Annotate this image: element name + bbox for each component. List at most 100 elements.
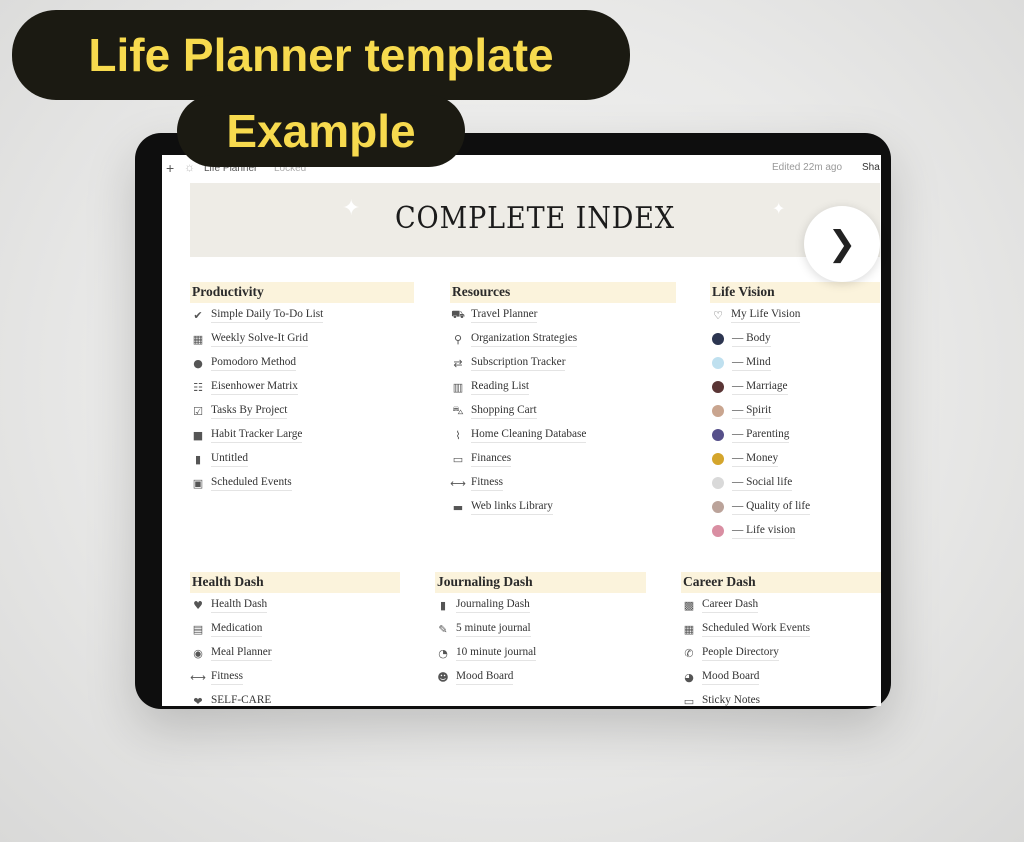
- sun-icon: ☼: [184, 160, 195, 174]
- page-link[interactable]: ▮ Journaling Dash: [435, 593, 646, 617]
- plus-icon[interactable]: +: [166, 160, 174, 176]
- next-arrow-button[interactable]: ❯: [804, 206, 880, 282]
- page-link-label: Web links Library: [471, 499, 553, 515]
- page-link[interactable]: ▣ Scheduled Events: [190, 471, 414, 495]
- page-link[interactable]: ● Pomodoro Method: [190, 351, 414, 375]
- page-link[interactable]: — Life vision: [710, 519, 880, 543]
- edited-status: Edited 22m ago: [772, 162, 843, 173]
- page-link[interactable]: — Money: [710, 447, 880, 471]
- page-link-label: — Money: [732, 451, 779, 467]
- section-heading: Health Dash: [190, 572, 400, 593]
- page-link[interactable]: ■ Habit Tracker Large: [190, 423, 414, 447]
- page-link[interactable]: ✔ Simple Daily To-Do List: [190, 303, 414, 327]
- page-link[interactable]: ◕ Mood Board: [681, 665, 881, 689]
- page-link[interactable]: — Parenting: [710, 423, 880, 447]
- bar-chart-icon: ▮: [194, 452, 202, 466]
- page-link-label: My Life Vision: [731, 307, 801, 323]
- page-link[interactable]: ♥ Health Dash: [190, 593, 400, 617]
- page-link[interactable]: ⚲ Organization Strategies: [450, 327, 676, 351]
- heart-pulse-icon: ♥: [193, 598, 203, 612]
- page-link[interactable]: — Marriage: [710, 375, 880, 399]
- page-link-label: People Directory: [702, 645, 779, 661]
- page-link[interactable]: ⛟ Travel Planner: [450, 303, 676, 327]
- section-career-dash: Career Dash ▩ Career Dash ▦ Scheduled Work E…: [681, 572, 881, 706]
- plate-icon: ◉: [193, 646, 203, 660]
- page-link[interactable]: ☑ Tasks By Project: [190, 399, 414, 423]
- page-link-label: 5 minute journal: [456, 621, 531, 637]
- section-health-dash: Health Dash ♥ Health Dash ▤ Medication ◉ Meal …: [190, 572, 400, 706]
- page-link[interactable]: ✆ People Directory: [681, 641, 881, 665]
- page-link-label: Fitness: [211, 669, 244, 685]
- page-icon: [712, 381, 724, 393]
- page-link-label: Mood Board: [702, 669, 760, 685]
- repeat-icon: ⇄: [453, 356, 463, 370]
- matrix-icon: ☷: [193, 380, 203, 394]
- page-link-label: SELF-CARE: [211, 693, 271, 706]
- page-link[interactable]: ✎ 5 minute journal: [435, 617, 646, 641]
- page-link[interactable]: ▩ Career Dash: [681, 593, 881, 617]
- page-title: COMPLETE INDEX: [394, 201, 676, 236]
- section-heading: Resources: [450, 282, 676, 303]
- page-link[interactable]: ▥ Reading List: [450, 375, 676, 399]
- page-link[interactable]: — Social life: [710, 471, 880, 495]
- page-link[interactable]: ▬ Web links Library: [450, 495, 676, 519]
- section-heading: Productivity: [190, 282, 414, 303]
- page-link[interactable]: ◔ 10 minute journal: [435, 641, 646, 665]
- page-link-label: Reading List: [471, 379, 530, 395]
- page-link[interactable]: ⟷ Fitness: [190, 665, 400, 689]
- page-link-label: Scheduled Events: [211, 475, 292, 491]
- page-link-label: Meal Planner: [211, 645, 272, 661]
- page-link[interactable]: — Body: [710, 327, 880, 351]
- page-link-label: — Spirit: [732, 403, 772, 419]
- page-link[interactable]: ◉ Meal Planner: [190, 641, 400, 665]
- page-link[interactable]: ♡ My Life Vision: [710, 303, 880, 327]
- page-link[interactable]: ▭ Finances: [450, 447, 676, 471]
- page-icon: [712, 429, 724, 441]
- page-link[interactable]: ▭ Sticky Notes: [681, 689, 881, 706]
- page-link[interactable]: ▦ Scheduled Work Events: [681, 617, 881, 641]
- overlay-title-line2: Example: [177, 95, 465, 167]
- edit-icon: ✎: [438, 622, 448, 636]
- page-link[interactable]: ▤ Medication: [190, 617, 400, 641]
- page-link-label: — Life vision: [732, 523, 796, 539]
- section-life-vision: Life Vision ♡ My Life Vision — Body — Mind — …: [710, 282, 880, 543]
- page-link[interactable]: — Mind: [710, 351, 880, 375]
- cart-icon: ⛍: [452, 403, 464, 417]
- page-link-label: Fitness: [471, 475, 504, 491]
- page-link[interactable]: ⟷ Fitness: [450, 471, 676, 495]
- page-link[interactable]: ⛍ Shopping Cart: [450, 399, 676, 423]
- section-productivity: Productivity ✔ Simple Daily To-Do List ▦ Wee…: [190, 282, 414, 495]
- page-link[interactable]: — Spirit: [710, 399, 880, 423]
- page-link-label: Scheduled Work Events: [702, 621, 811, 637]
- page-link[interactable]: ☻ Mood Board: [435, 665, 646, 689]
- notebook-icon: ▮: [439, 598, 447, 612]
- page-link-label: Untitled: [211, 451, 249, 467]
- page-link[interactable]: — Quality of life: [710, 495, 880, 519]
- palette-icon: ◕: [684, 670, 694, 684]
- page-icon: [712, 333, 724, 345]
- page-icon: [712, 453, 724, 465]
- broom-icon: ⌇: [455, 428, 461, 442]
- share-button[interactable]: Sha: [862, 162, 880, 173]
- page-link[interactable]: ⇄ Subscription Tracker: [450, 351, 676, 375]
- section-journaling-dash: Journaling Dash ▮ Journaling Dash ✎ 5 minute…: [435, 572, 646, 689]
- page-link-label: Simple Daily To-Do List: [211, 307, 324, 323]
- page-link[interactable]: ▮ Untitled: [190, 447, 414, 471]
- pill-bottle-icon: ▤: [192, 622, 204, 636]
- page-link-label: Medication: [211, 621, 263, 637]
- checkbox-icon: ☑: [193, 404, 203, 418]
- phone-icon: ✆: [684, 646, 694, 660]
- page-link[interactable]: ☷ Eisenhower Matrix: [190, 375, 414, 399]
- page-link[interactable]: ▦ Weekly Solve-It Grid: [190, 327, 414, 351]
- page-icon: [712, 477, 724, 489]
- cover-banner: ✦ ✦ COMPLETE INDEX: [190, 183, 880, 257]
- page-link[interactable]: ⌇ Home Cleaning Database: [450, 423, 676, 447]
- mood-icon: ☻: [437, 670, 449, 684]
- note-icon: ▭: [683, 694, 695, 707]
- luggage-icon: ⛟: [451, 307, 465, 321]
- page-link[interactable]: ❤ SELF-CARE: [190, 689, 400, 706]
- heart-icon: ♡: [713, 308, 723, 322]
- page-link-label: Health Dash: [211, 597, 268, 613]
- section-heading: Life Vision: [710, 282, 880, 303]
- page-link-label: Journaling Dash: [456, 597, 530, 613]
